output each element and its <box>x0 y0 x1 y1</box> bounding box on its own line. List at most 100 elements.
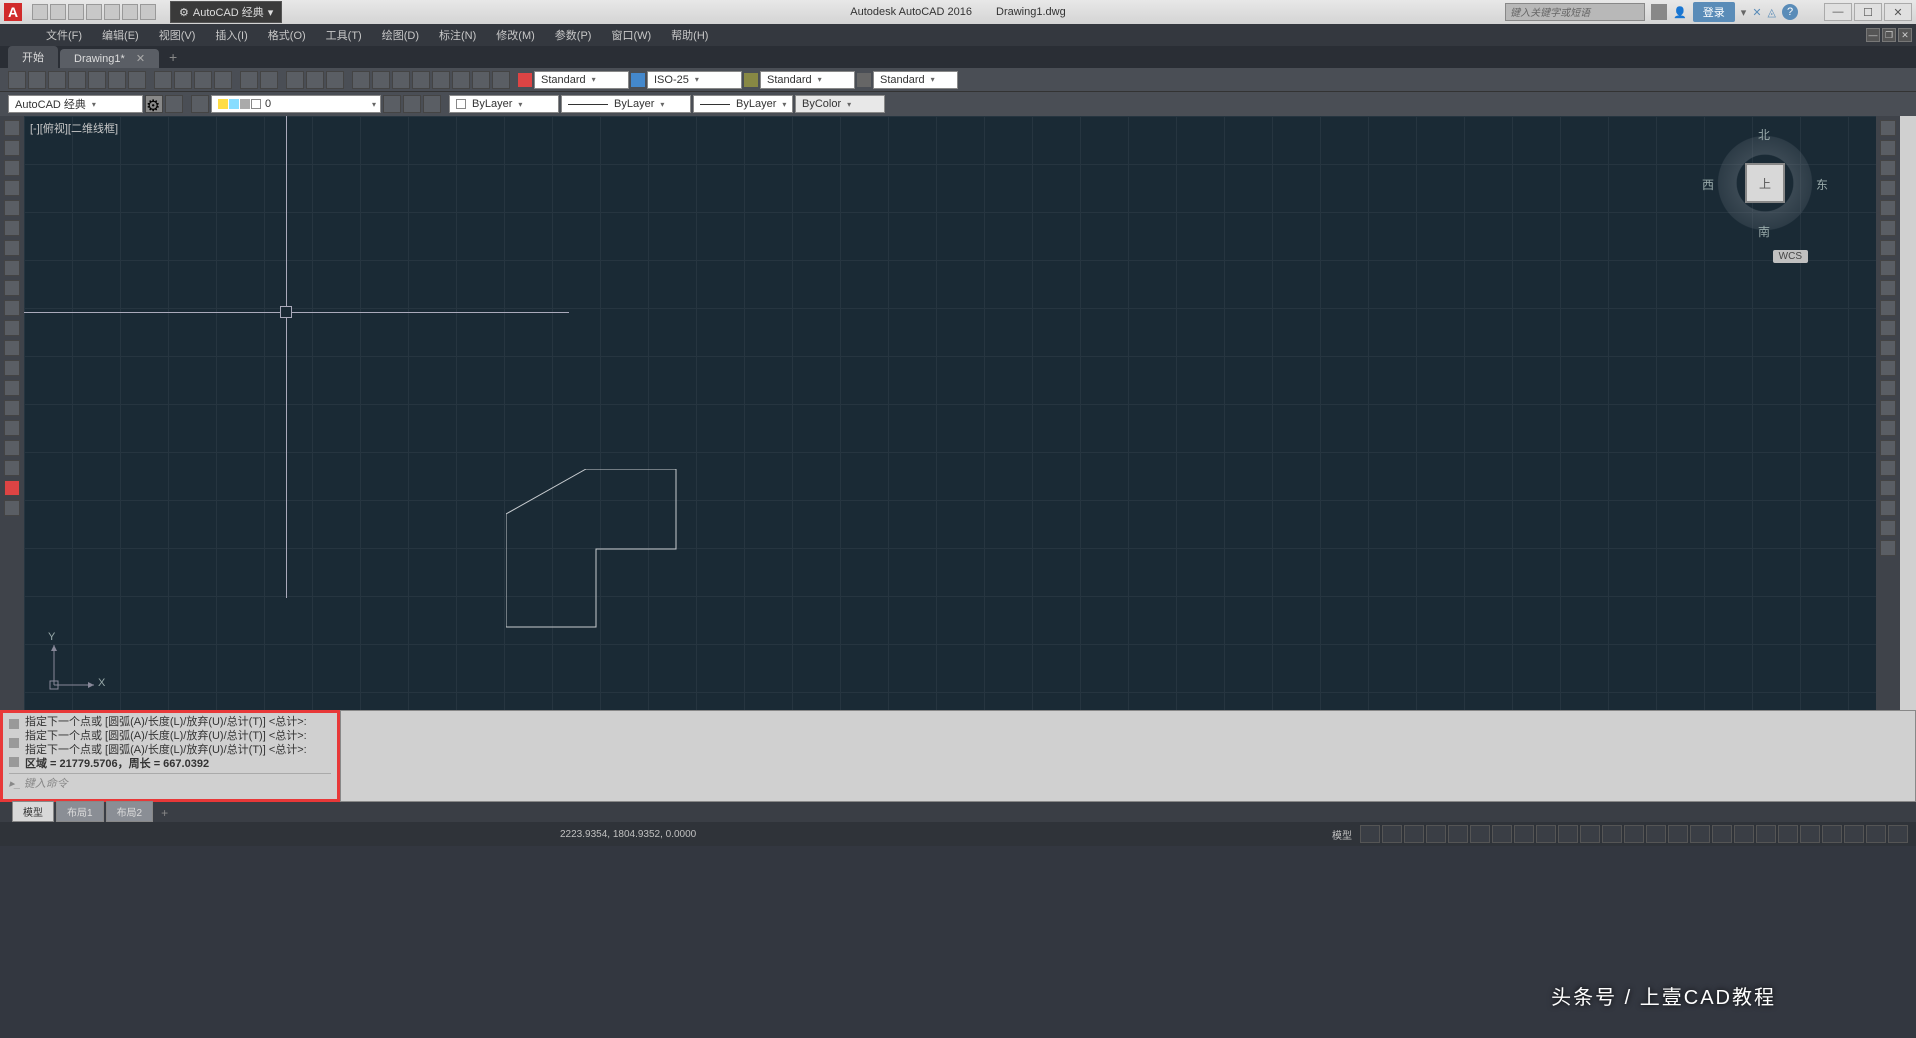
layer-manager-icon[interactable] <box>165 95 183 113</box>
grid-toggle-icon[interactable] <box>1360 825 1380 843</box>
tab-model[interactable]: 模型 <box>12 801 54 822</box>
vc-north[interactable]: 北 <box>1758 126 1770 143</box>
help-icon[interactable]: ? <box>1782 4 1798 20</box>
otrack-toggle-icon[interactable] <box>1558 825 1578 843</box>
hatch-icon[interactable] <box>4 400 20 416</box>
copy-obj-icon[interactable] <box>1880 140 1896 156</box>
pan-icon[interactable] <box>286 71 304 89</box>
menu-edit[interactable]: 编辑(E) <box>92 23 149 47</box>
tab-drawing1[interactable]: Drawing1* ✕ <box>60 49 159 68</box>
osnap-toggle-icon[interactable] <box>1514 825 1534 843</box>
cut-icon[interactable] <box>154 71 172 89</box>
infer-toggle-icon[interactable] <box>1404 825 1424 843</box>
command-window-highlighted[interactable]: 指定下一个点或 [圆弧(A)/长度(L)/放弃(U)/总计(T)] <总计>: … <box>0 710 340 802</box>
tab-layout2[interactable]: 布局2 <box>106 801 154 822</box>
toolpalettes-icon[interactable] <box>392 71 410 89</box>
command-input[interactable]: ▸_ 键入命令 <box>9 773 331 791</box>
mirror-icon[interactable] <box>1880 160 1896 176</box>
rotate-icon[interactable] <box>1880 240 1896 256</box>
menu-modify[interactable]: 修改(M) <box>486 23 545 47</box>
polar-toggle-icon[interactable] <box>1470 825 1490 843</box>
workspace-combo[interactable]: AutoCAD 经典▾ <box>8 95 143 113</box>
table-style-dropdown[interactable]: Standard▾ <box>760 71 855 89</box>
workspace-settings-icon[interactable]: ⚙ <box>145 95 163 113</box>
cmd-close-icon[interactable] <box>9 757 19 767</box>
extend-icon[interactable] <box>1880 320 1896 336</box>
ellipse-arc-icon[interactable] <box>4 320 20 336</box>
selectall-icon[interactable] <box>1880 520 1896 536</box>
status-coordinates[interactable]: 2223.9354, 1804.9352, 0.0000 <box>560 829 696 840</box>
menu-insert[interactable]: 插入(I) <box>205 23 257 47</box>
vertical-scrollbar[interactable] <box>1900 116 1916 710</box>
3dosnap-toggle-icon[interactable] <box>1536 825 1556 843</box>
transparency-toggle-icon[interactable] <box>1602 825 1622 843</box>
tab-add-button[interactable]: + <box>161 46 185 68</box>
annomon-toggle-icon[interactable] <box>1734 825 1754 843</box>
dim-style-dropdown[interactable]: ISO-25▾ <box>647 71 742 89</box>
a360-icon[interactable]: ◬ <box>1768 6 1776 19</box>
status-model-label[interactable]: 模型 <box>1332 827 1352 842</box>
polyline-icon[interactable] <box>4 160 20 176</box>
menu-parametric[interactable]: 参数(P) <box>545 23 602 47</box>
region-icon[interactable] <box>4 440 20 456</box>
doc-minimize-button[interactable]: — <box>1866 28 1880 42</box>
addselected-icon[interactable] <box>4 500 20 516</box>
revcloud-icon[interactable] <box>4 260 20 276</box>
ucs-icon[interactable]: X Y <box>46 633 106 698</box>
viewcube[interactable]: 北 南 东 西 上 <box>1710 128 1820 238</box>
chevron-down-icon[interactable]: ▾ <box>1741 6 1747 19</box>
command-window-extended[interactable] <box>340 710 1916 802</box>
vc-west[interactable]: 西 <box>1702 176 1714 193</box>
lineweight-dropdown[interactable]: ByLayer▾ <box>693 95 793 113</box>
annoscale-toggle-icon[interactable] <box>1668 825 1688 843</box>
offset-icon[interactable] <box>1880 180 1896 196</box>
command-handles[interactable] <box>9 715 25 771</box>
save-icon[interactable] <box>48 71 66 89</box>
rectangle-icon[interactable] <box>4 200 20 216</box>
layer-dropdown[interactable]: 0▾ <box>211 95 381 113</box>
gizmo-toggle-icon[interactable] <box>1646 825 1666 843</box>
qat-redo-icon[interactable] <box>140 4 156 20</box>
maximize-button[interactable]: ☐ <box>1854 3 1882 21</box>
infocenter-search[interactable]: 键入关键字或短语 <box>1505 3 1645 21</box>
menu-tools[interactable]: 工具(T) <box>316 23 372 47</box>
spline-icon[interactable] <box>4 280 20 296</box>
plot-icon[interactable] <box>88 71 106 89</box>
xline-icon[interactable] <box>4 140 20 156</box>
vc-east[interactable]: 东 <box>1816 176 1828 193</box>
match-icon[interactable] <box>214 71 232 89</box>
workspace-dropdown[interactable]: ⚙ AutoCAD 经典 ▾ <box>170 1 282 23</box>
menu-view[interactable]: 视图(V) <box>149 23 206 47</box>
cmd-handle-icon[interactable] <box>9 719 19 729</box>
vc-south[interactable]: 南 <box>1758 223 1770 240</box>
tab-close-icon[interactable]: ✕ <box>136 53 145 65</box>
block-icon[interactable] <box>4 360 20 376</box>
line-icon[interactable] <box>4 120 20 136</box>
calc-icon[interactable] <box>412 71 430 89</box>
open-icon[interactable] <box>28 71 46 89</box>
wcs-badge[interactable]: WCS <box>1773 250 1808 263</box>
mleader-style-dropdown[interactable]: Standard▾ <box>873 71 958 89</box>
zoom-icon[interactable] <box>306 71 324 89</box>
layout-add-button[interactable]: + <box>155 804 174 822</box>
undo-icon[interactable] <box>240 71 258 89</box>
chamfer-icon[interactable] <box>1880 380 1896 396</box>
ortho-toggle-icon[interactable] <box>1448 825 1468 843</box>
markup-icon[interactable] <box>432 71 450 89</box>
menu-draw[interactable]: 绘图(D) <box>372 23 429 47</box>
close-button[interactable]: ✕ <box>1884 3 1912 21</box>
isolate-toggle-icon[interactable] <box>1822 825 1842 843</box>
minimize-button[interactable]: — <box>1824 3 1852 21</box>
blend-icon[interactable] <box>1880 420 1896 436</box>
explode-icon[interactable] <box>1880 440 1896 456</box>
table-icon[interactable] <box>4 460 20 476</box>
redo-icon[interactable] <box>260 71 278 89</box>
layer-prop-icon[interactable] <box>191 95 209 113</box>
customize-icon[interactable] <box>1888 825 1908 843</box>
selection-toggle-icon[interactable] <box>1624 825 1644 843</box>
erase-icon[interactable] <box>1880 120 1896 136</box>
lwt-toggle-icon[interactable] <box>1580 825 1600 843</box>
color-dropdown[interactable]: ByLayer▾ <box>449 95 559 113</box>
doc-restore-button[interactable]: ❐ <box>1882 28 1896 42</box>
publish-icon[interactable] <box>128 71 146 89</box>
